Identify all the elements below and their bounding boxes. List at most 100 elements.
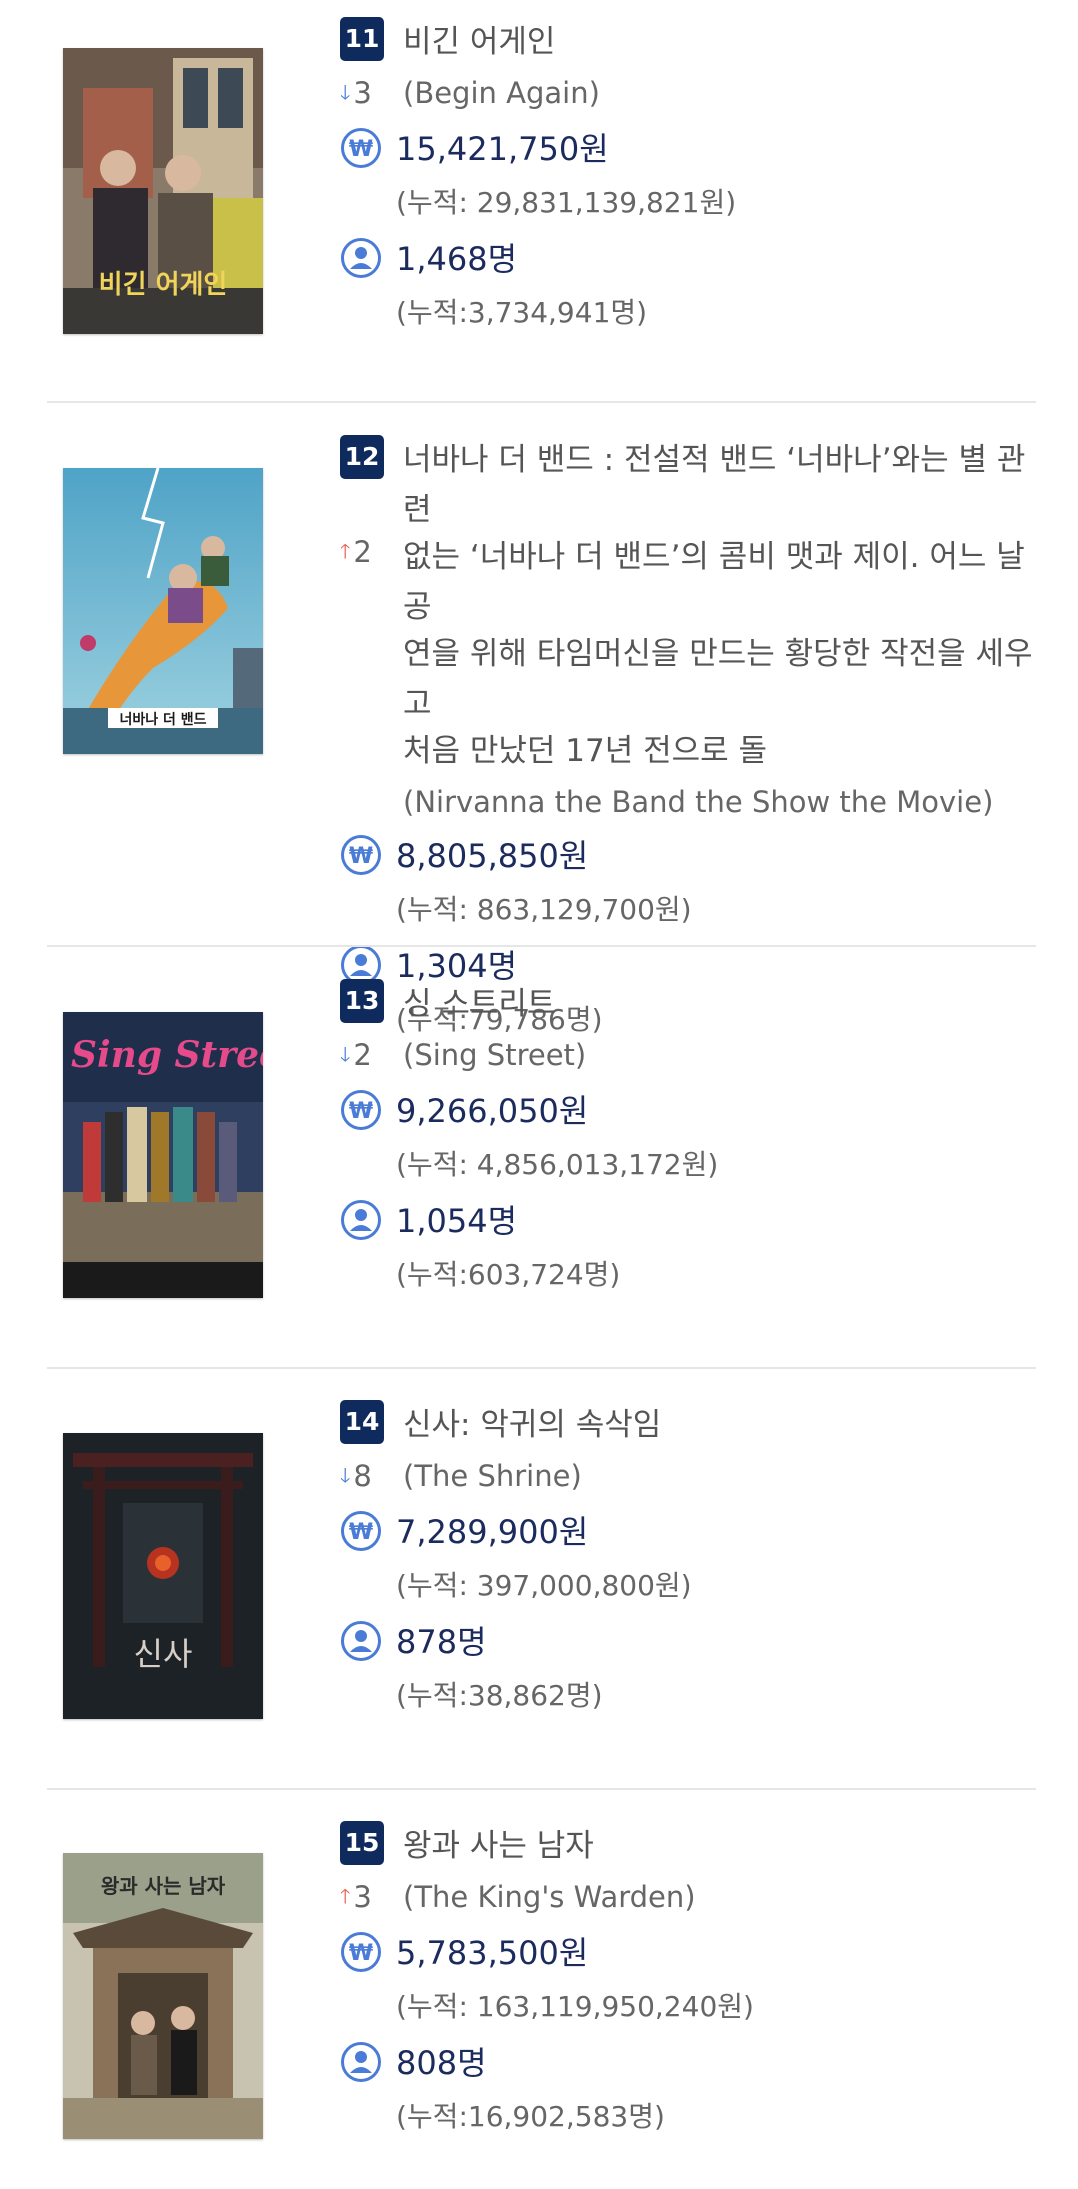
revenue-row: ₩ 15,421,750원 (340, 121, 1036, 177)
movie-info: 13 싱 스트리트 🡓 2 (Sing Street) ₩ 9,266,050원 … (340, 979, 1036, 1303)
audience-row: 808명 (340, 2035, 1036, 2091)
arrow-down-icon: 🡓 (340, 80, 351, 104)
rank-change-value: 2 (353, 1038, 372, 1072)
title-row: 14 신사: 악귀의 속삭임 (340, 1400, 1036, 1450)
revenue-row: ₩ 5,783,500원 (340, 1925, 1036, 1981)
movie-title-line[interactable]: 너바나 더 밴드 : 전설적 밴드 ‘너바나’와는 별 관련 (403, 435, 1036, 535)
rank-change-value: 3 (353, 1880, 372, 1914)
rank-change-row: 🡑 3 (The King's Warden) (340, 1871, 1036, 1925)
cumulative-revenue: (누적: 397,000,800원) (396, 1569, 692, 1602)
box-office-list: 비긴 어게인 11 비긴 어게인 🡓 3 (Begin Again) ₩ 15,4… (0, 0, 1078, 2189)
movie-poster[interactable]: Sing Street (63, 1012, 263, 1298)
movie-poster[interactable]: 신사 (63, 1433, 263, 1719)
title-row: 11 비긴 어게인 (340, 17, 1036, 67)
cumulative-revenue: (누적: 163,119,950,240원) (396, 1990, 754, 2023)
rank-change: 🡑 2 (340, 532, 372, 575)
divider (47, 1367, 1036, 1369)
movie-item[interactable]: Sing Street 13 싱 스트리트 🡓2 (Sing Street) (47, 979, 1036, 1342)
arrow-down-icon: 🡓 (340, 1463, 351, 1487)
audience-row: 878명 (340, 1614, 1036, 1670)
movie-title[interactable]: 왕과 사는 남자 (403, 1821, 1036, 1871)
person-circle-icon (340, 237, 382, 279)
svg-text:₩: ₩ (349, 1941, 373, 1966)
svg-text:₩: ₩ (349, 1520, 373, 1545)
movie-title[interactable]: 신사: 악귀의 속삭임 (403, 1400, 1036, 1450)
original-title: (The King's Warden) (403, 1880, 696, 1914)
person-circle-icon (340, 1620, 382, 1662)
rank-change-row: 🡓 8 (The Shrine) (340, 1450, 1036, 1504)
divider (47, 401, 1036, 403)
movie-info: 15 왕과 사는 남자 🡑 3 (The King's Warden) ₩ 5,7… (340, 1821, 1036, 2145)
title-row: 13 싱 스트리트 (340, 979, 1036, 1029)
audience-row: 1,468명 (340, 231, 1036, 287)
poster-image: 비긴 어게인 (63, 48, 263, 334)
person-circle-icon (340, 2041, 382, 2083)
poster-title: 신사 (134, 1635, 193, 1673)
cumulative-audience: (누적:603,724명) (396, 1258, 621, 1291)
movie-item[interactable]: 왕과 사는 남자 15 왕과 사는 남자 🡑 3 (The King's Ward… (47, 1821, 1036, 2184)
rank-change: 🡓 8 (340, 1456, 372, 1499)
cumulative-audience: (누적:16,902,583명) (396, 2100, 665, 2133)
rank-badge: 11 (340, 17, 384, 61)
rank-badge: 14 (340, 1400, 384, 1444)
movie-poster[interactable]: 너바나 더 밴드 (63, 468, 263, 754)
poster-title: 너바나 더 밴드 (119, 712, 206, 728)
movie-item[interactable]: 신사 14 신사: 악귀의 속삭임 🡓 8 (The Shrine) ₩ 7,28… (47, 1400, 1036, 1763)
daily-audience: 878명 (396, 1623, 487, 1661)
rank-change-value: 8 (353, 1459, 372, 1493)
rank-change-value: 2 (353, 535, 372, 569)
daily-revenue: 7,289,900원 (396, 1513, 589, 1551)
poster-image: 신사 (63, 1433, 263, 1719)
cumulative-audience: (누적:3,734,941명) (396, 296, 648, 329)
rank-badge: 12 (340, 435, 384, 479)
poster-image: 왕과 사는 남자 (63, 1853, 263, 2139)
won-circle-icon: ₩ (340, 1510, 382, 1552)
rank-change-value: 3 (353, 76, 372, 110)
person-circle-icon (340, 1199, 382, 1241)
movie-title[interactable]: 싱 스트리트 (403, 979, 1036, 1029)
original-title: (Begin Again) (403, 76, 600, 110)
movie-info: 11 비긴 어게인 🡓 3 (Begin Again) ₩ 15,421,750원… (340, 17, 1036, 341)
daily-revenue: 15,421,750원 (396, 130, 609, 168)
won-circle-icon: ₩ (340, 127, 382, 169)
divider (47, 945, 1036, 947)
rank-badge: 13 (340, 979, 384, 1023)
daily-revenue: 8,805,850원 (396, 837, 589, 875)
revenue-row: ₩ 9,266,050원 (340, 1083, 1036, 1139)
revenue-row: ₩ 7,289,900원 (340, 1504, 1036, 1560)
poster-title: 비긴 어게인 (99, 270, 228, 300)
title-row: 12 너바나 더 밴드 : 전설적 밴드 ‘너바나’와는 별 관련 (340, 435, 1036, 535)
daily-audience: 1,468명 (396, 240, 518, 278)
revenue-row: ₩ 8,805,850원 (340, 828, 1036, 884)
title-row: 15 왕과 사는 남자 (340, 1821, 1036, 1871)
svg-text:₩: ₩ (349, 1099, 373, 1124)
original-title: (Nirvanna the Band the Show the Movie) (403, 785, 994, 819)
movie-title[interactable]: 비긴 어게인 (403, 17, 1036, 67)
rank-change: 🡓 3 (340, 73, 372, 116)
movie-info: 12 너바나 더 밴드 : 전설적 밴드 ‘너바나’와는 별 관련 🡑 2 없는 … (340, 435, 1036, 1048)
audience-row: 1,054명 (340, 1193, 1036, 1249)
poster-image: Sing Street (63, 1012, 263, 1298)
divider (47, 1788, 1036, 1790)
original-title: (Sing Street) (403, 1038, 587, 1072)
rank-change: 🡓 2 (340, 1035, 372, 1078)
cumulative-audience: (누적:38,862명) (396, 1679, 603, 1712)
cumulative-revenue: (누적: 863,129,700원) (396, 893, 692, 926)
movie-title-line[interactable]: 연을 위해 타임머신을 만드는 황당한 작전을 세우고 (403, 629, 1036, 729)
poster-image: 너바나 더 밴드 (63, 468, 263, 754)
arrow-down-icon: 🡓 (340, 1042, 351, 1066)
svg-text:₩: ₩ (349, 137, 373, 162)
movie-title-line[interactable]: 없는 ‘너바나 더 밴드’의 콤비 맷과 제이. 어느 날 공 (403, 532, 1036, 632)
won-circle-icon: ₩ (340, 1931, 382, 1973)
cumulative-revenue: (누적: 29,831,139,821원) (396, 186, 737, 219)
movie-poster[interactable]: 비긴 어게인 (63, 48, 263, 334)
arrow-up-icon: 🡑 (340, 539, 351, 563)
daily-revenue: 5,783,500원 (396, 1934, 589, 1972)
movie-item[interactable]: 비긴 어게인 11 비긴 어게인 🡓 3 (Begin Again) ₩ 15,4… (47, 17, 1036, 380)
poster-title: Sing Street (71, 1034, 263, 1076)
movie-item[interactable]: 너바나 더 밴드 12 너바나 더 밴드 : 전설적 밴드 ‘너바나’와는 별 … (47, 435, 1036, 1036)
rank-change-row: 🡓 2 (Sing Street) (340, 1029, 1036, 1083)
movie-title-line[interactable]: 처음 만났던 17년 전으로 돌 (403, 726, 1036, 776)
rank-change-row: 🡑 2 없는 ‘너바나 더 밴드’의 콤비 맷과 제이. 어느 날 공 연을 위해… (340, 532, 1036, 828)
movie-poster[interactable]: 왕과 사는 남자 (63, 1853, 263, 2139)
